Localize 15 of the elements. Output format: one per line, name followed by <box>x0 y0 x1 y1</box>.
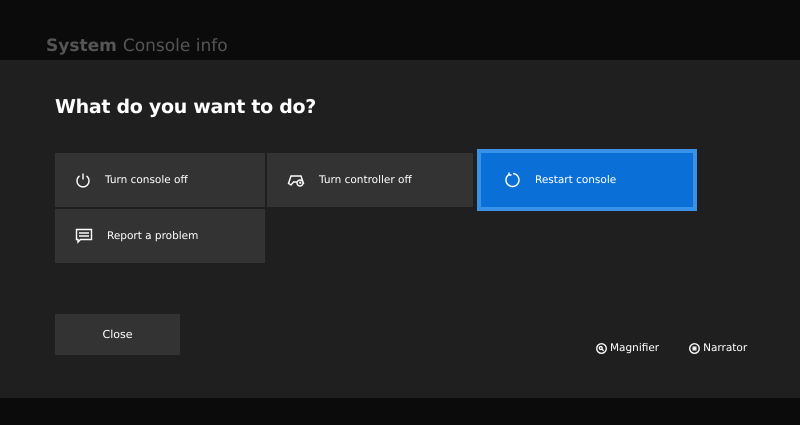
magnifier-icon <box>596 342 607 354</box>
power-icon <box>75 172 91 188</box>
option-tile[interactable]: Turn console off <box>55 153 265 207</box>
shortcut-label: Narrator <box>703 342 748 354</box>
close-button[interactable]: Close <box>55 314 180 355</box>
dialog-title: What do you want to do? <box>55 96 317 116</box>
option-tile[interactable]: Restart console <box>477 149 697 211</box>
option-tile[interactable]: Turn controller off <box>267 153 473 207</box>
page-title: Console info <box>122 36 228 56</box>
section-title: System <box>46 36 117 56</box>
message-icon <box>75 228 93 244</box>
restart-icon <box>503 171 521 189</box>
shortcut-label: Magnifier <box>610 342 660 354</box>
option-tile[interactable]: Report a problem <box>55 209 265 263</box>
narrator-icon <box>689 342 700 354</box>
